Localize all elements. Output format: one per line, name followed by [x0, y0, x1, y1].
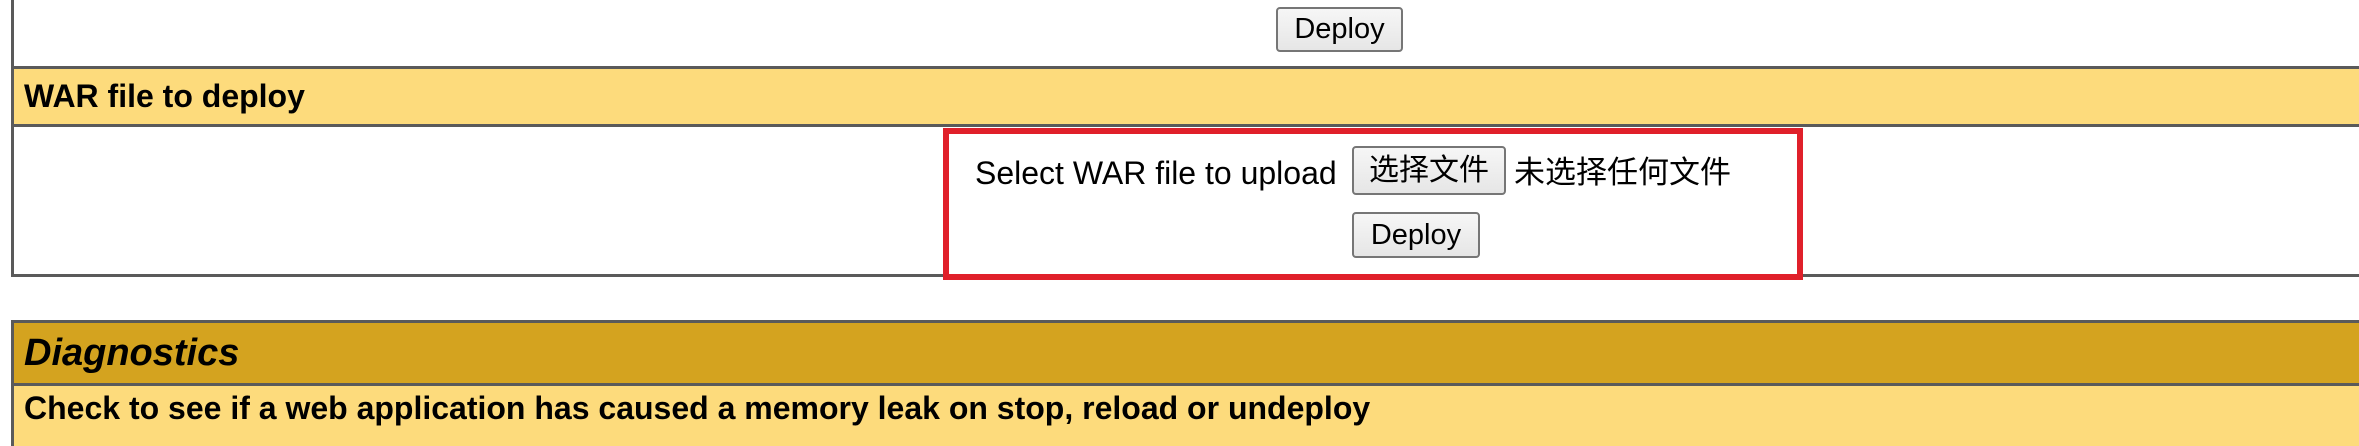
diagnostics-title: Diagnostics — [24, 331, 240, 374]
war-deploy-header-title: WAR file to deploy — [24, 78, 305, 114]
server-dir-deploy-section — [11, 0, 2359, 69]
war-deploy-header: WAR file to deploy — [11, 69, 2359, 127]
server-dir-deploy-button[interactable]: Deploy — [1276, 7, 1403, 52]
diagnostics-header: Diagnostics — [11, 320, 2359, 386]
diagnostics-subtitle: Check to see if a web application has ca… — [24, 390, 1371, 426]
choose-file-button[interactable]: 选择文件 — [1352, 146, 1506, 195]
diagnostics-subtitle-bar: Check to see if a web application has ca… — [11, 386, 2359, 446]
no-file-chosen-text: 未选择任何文件 — [1514, 155, 1731, 191]
upload-label: Select WAR file to upload — [975, 155, 1337, 191]
war-deploy-button[interactable]: Deploy — [1352, 212, 1480, 258]
